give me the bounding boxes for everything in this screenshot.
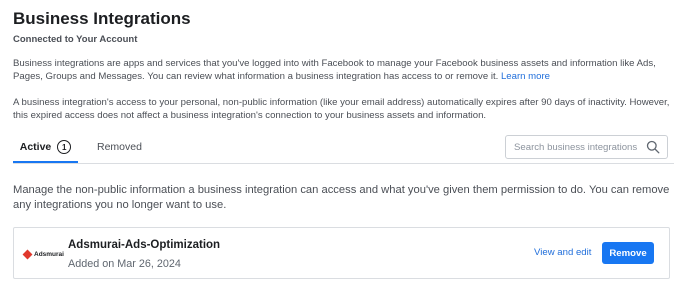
remove-button[interactable]: Remove	[602, 242, 654, 264]
adsmurai-logo-mark	[22, 249, 33, 259]
tab-active[interactable]: Active 1	[13, 131, 78, 163]
page-title: Business Integrations	[13, 9, 191, 28]
description-text: Business integrations are apps and servi…	[13, 58, 656, 82]
adsmurai-logo: Adsmurai	[22, 248, 64, 260]
tabs-divider	[13, 163, 674, 164]
manage-instructions: Manage the non-public information a busi…	[13, 184, 670, 211]
adsmurai-logo-text: Adsmurai	[34, 250, 64, 258]
tab-active-label: Active	[19, 141, 52, 153]
tab-removed-label: Removed	[97, 141, 142, 153]
business-integrations-page: Business Integrations Connected to Your …	[0, 0, 688, 297]
learn-more-link[interactable]: Learn more	[501, 71, 550, 82]
tab-active-count-badge: 1	[57, 140, 72, 154]
tab-removed[interactable]: Removed	[97, 131, 142, 163]
integration-added-date: Added on Mar 26, 2024	[68, 258, 181, 270]
view-and-edit-link[interactable]: View and edit	[534, 246, 591, 259]
search-box	[505, 135, 668, 159]
integrations-description: Business integrations are apps and servi…	[13, 57, 675, 83]
search-icon[interactable]	[646, 140, 660, 154]
search-input[interactable]	[506, 137, 642, 157]
page-subtitle: Connected to Your Account	[13, 34, 138, 45]
expiry-notice: A business integration's access to your …	[13, 97, 670, 121]
integration-card: Adsmurai Adsmurai-Ads-Optimization Added…	[13, 227, 670, 279]
integration-name: Adsmurai-Ads-Optimization	[68, 239, 221, 251]
